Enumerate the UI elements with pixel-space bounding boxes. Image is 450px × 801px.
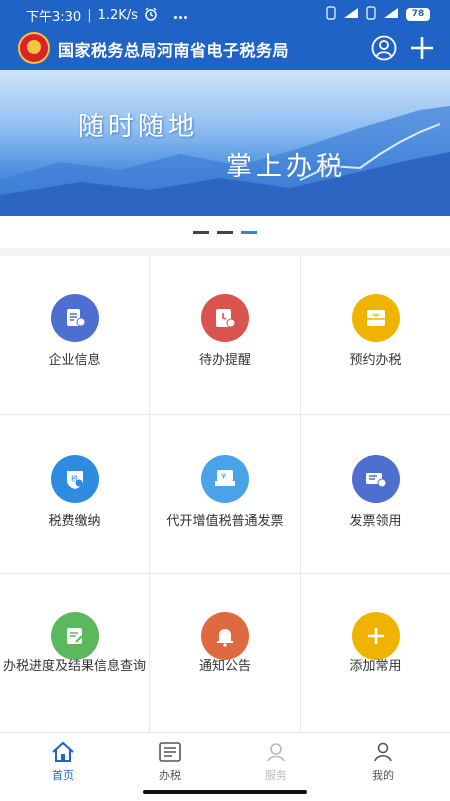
sim1-icon (326, 6, 336, 23)
signal1-icon (342, 7, 360, 22)
grid-item-label: 发票领用 (349, 514, 402, 529)
progress-query-icon (50, 612, 99, 660)
grid-item-label: 代开增值税普通发票 (166, 514, 284, 529)
clock-reminder-icon (201, 294, 249, 342)
tab-service[interactable]: 服务 (246, 741, 306, 783)
grid-item-label: 通知公告 (198, 659, 251, 674)
network-speed: 1.2K/s (97, 8, 138, 23)
grid-item-progress-query[interactable]: 办税进度及结果信息查询 (0, 574, 149, 732)
grid-item-todo-reminder[interactable]: 待办提醒 (150, 256, 300, 414)
status-time: 下午3:30 (26, 10, 82, 25)
sim2-icon (366, 6, 376, 23)
promo-banner[interactable]: 随时随地 掌上办税 (0, 70, 450, 216)
great-wall-mountains-illustration (0, 106, 450, 216)
bell-icon (201, 612, 249, 660)
user-profile-button[interactable] (370, 34, 398, 62)
plus-icon (411, 37, 433, 59)
tax-emblem-logo (18, 32, 50, 64)
carousel-dot-1[interactable] (193, 231, 209, 234)
page-title: 国家税务总局河南省电子税务局 (58, 41, 290, 60)
appointment-icon (351, 294, 400, 342)
title-bar: 国家税务总局河南省电子税务局 (0, 30, 450, 66)
app-header: 下午3:30 | 1.2K/s 78 国家税务总局河南省电子税务局 (0, 0, 450, 70)
carousel-dot-2[interactable] (217, 231, 233, 234)
tab-label: 首页 (52, 769, 74, 782)
user-icon (371, 35, 397, 61)
tab-tax[interactable]: 办税 (140, 741, 200, 783)
tab-label: 我的 (372, 769, 394, 782)
battery-level: 78 (411, 9, 425, 19)
grid-item-label: 办税进度及结果信息查询 (2, 659, 146, 674)
service-grid: 企业信息 待办提醒 预约办税 税 税费缴纳 ¥ 代开增值税普通发票 发票领用 办… (0, 256, 450, 732)
banner-slogan-line2: 掌上办税 (226, 152, 347, 182)
add-button[interactable] (408, 34, 436, 62)
grid-item-label: 添加常用 (349, 659, 402, 674)
invoice-collect-icon (351, 455, 400, 503)
invoice-issue-icon: ¥ (201, 455, 249, 503)
user-icon (374, 742, 392, 762)
tab-mine[interactable]: 我的 (353, 741, 413, 783)
banner-slogan-line1: 随时随地 (78, 112, 199, 142)
carousel-indicator (0, 216, 450, 248)
tax-payment-icon: 税 (50, 455, 99, 503)
grid-item-label: 预约办税 (349, 353, 402, 368)
battery-icon: 78 (406, 8, 430, 21)
tab-home[interactable]: 首页 (33, 741, 93, 783)
grid-item-notice[interactable]: 通知公告 (150, 574, 300, 732)
list-icon (159, 742, 181, 762)
grid-item-label: 税费缴纳 (48, 514, 101, 529)
service-icon (267, 743, 285, 762)
grid-item-invoice-collect[interactable]: 发票领用 (301, 415, 450, 573)
grid-item-label: 企业信息 (48, 353, 101, 368)
grid-item-vat-invoice-issue[interactable]: ¥ 代开增值税普通发票 (150, 415, 300, 573)
grid-item-appointment[interactable]: 预约办税 (301, 256, 450, 414)
tab-label: 办税 (159, 769, 181, 782)
home-icon (52, 741, 74, 762)
plus-icon (351, 612, 400, 660)
status-bar: 下午3:30 | 1.2K/s 78 (0, 0, 450, 28)
signal2-icon (382, 7, 400, 22)
grid-item-company-info[interactable]: 企业信息 (0, 256, 149, 414)
grid-item-label: 待办提醒 (198, 353, 251, 368)
tab-label: 服务 (265, 769, 287, 782)
company-info-icon (50, 294, 99, 342)
grid-item-add-favorite[interactable]: 添加常用 (301, 574, 450, 732)
alarm-icon (144, 7, 158, 25)
svg-text:¥: ¥ (221, 472, 226, 481)
system-home-indicator[interactable] (143, 790, 307, 794)
grid-item-tax-payment[interactable]: 税 税费缴纳 (0, 415, 149, 573)
more-notifications-icon (172, 8, 187, 23)
carousel-dot-3-active[interactable] (241, 231, 257, 234)
